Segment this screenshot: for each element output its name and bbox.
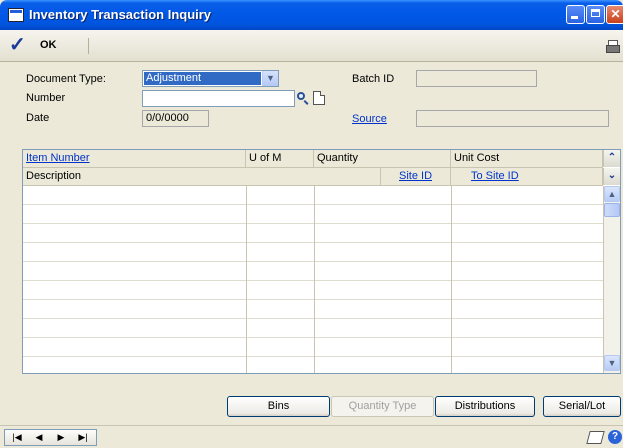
number-field[interactable] bbox=[142, 90, 295, 107]
column-header-site-id[interactable]: Site ID bbox=[381, 168, 451, 185]
column-divider bbox=[314, 186, 315, 373]
expand-rows-icon[interactable]: ⌄ bbox=[603, 168, 620, 185]
next-record-icon[interactable]: ▶ bbox=[51, 430, 71, 445]
column-divider bbox=[246, 186, 247, 373]
window-app-icon bbox=[8, 8, 24, 22]
table-row[interactable] bbox=[23, 262, 603, 281]
table-row[interactable] bbox=[23, 186, 603, 205]
window-title: Inventory Transaction Inquiry bbox=[29, 7, 212, 22]
column-header-description: Description bbox=[23, 168, 381, 185]
quantity-type-button: Quantity Type bbox=[331, 396, 434, 417]
scroll-thumb[interactable] bbox=[604, 203, 620, 217]
source-link[interactable]: Source bbox=[352, 113, 387, 125]
column-header-quantity: Quantity bbox=[314, 150, 451, 167]
column-header-to-site-id[interactable]: To Site ID bbox=[451, 168, 603, 185]
document-type-value: Adjustment bbox=[144, 72, 261, 85]
serial-lot-button[interactable]: Serial/Lot bbox=[543, 396, 621, 417]
site-id-link[interactable]: Site ID bbox=[399, 170, 432, 182]
window: Inventory Transaction Inquiry ✕ ✓ OK Doc… bbox=[0, 0, 623, 448]
title-bar[interactable]: Inventory Transaction Inquiry ✕ bbox=[0, 0, 623, 30]
collapse-rows-icon[interactable]: ⌃ bbox=[603, 150, 620, 167]
scroll-up-button[interactable]: ▲ bbox=[604, 186, 620, 202]
record-navigator: |◀ ◀ ▶ ▶| bbox=[4, 429, 97, 446]
column-divider bbox=[451, 186, 452, 373]
distributions-button[interactable]: Distributions bbox=[435, 396, 535, 417]
number-label: Number bbox=[26, 92, 66, 104]
column-header-item-number[interactable]: Item Number bbox=[23, 150, 246, 167]
table-row[interactable] bbox=[23, 281, 603, 300]
column-header-u-of-m: U of M bbox=[246, 150, 314, 167]
window-note-icon[interactable] bbox=[586, 431, 605, 444]
lookup-icon[interactable] bbox=[296, 91, 310, 105]
date-field: 0/0/0000 bbox=[142, 110, 209, 127]
last-record-icon[interactable]: ▶| bbox=[73, 430, 93, 445]
batch-id-field bbox=[416, 70, 537, 87]
document-type-select[interactable]: Adjustment ▼ bbox=[142, 70, 279, 87]
print-icon-body bbox=[606, 45, 620, 53]
maximize-button[interactable] bbox=[586, 5, 605, 24]
scroll-down-button[interactable]: ▼ bbox=[604, 355, 620, 371]
toolbar-separator bbox=[88, 38, 89, 54]
checkmark-icon[interactable]: ✓ bbox=[9, 35, 26, 55]
help-icon[interactable]: ? bbox=[608, 430, 622, 444]
to-site-id-link[interactable]: To Site ID bbox=[471, 170, 519, 182]
close-button[interactable]: ✕ bbox=[606, 5, 623, 24]
lookup-icon-handle bbox=[303, 100, 309, 105]
table-row[interactable] bbox=[23, 243, 603, 262]
transaction-grid[interactable]: Item Number U of M Quantity Unit Cost De… bbox=[22, 149, 621, 374]
table-row[interactable] bbox=[23, 300, 603, 319]
grid-header-row-2: Description Site ID To Site ID bbox=[23, 168, 603, 186]
table-row[interactable] bbox=[23, 224, 603, 243]
column-header-unit-cost: Unit Cost bbox=[451, 150, 603, 167]
first-record-icon[interactable]: |◀ bbox=[7, 430, 27, 445]
bins-button[interactable]: Bins bbox=[227, 396, 330, 417]
maximize-icon bbox=[591, 9, 600, 17]
minimize-icon bbox=[571, 16, 578, 19]
lookup-icon-lens bbox=[297, 92, 305, 100]
date-label: Date bbox=[26, 112, 50, 124]
table-row[interactable] bbox=[23, 357, 603, 373]
grid-header-row-1: Item Number U of M Quantity Unit Cost bbox=[23, 150, 603, 168]
minimize-button[interactable] bbox=[566, 5, 585, 24]
toolbar: ✓ OK bbox=[0, 30, 623, 62]
note-icon[interactable] bbox=[313, 91, 325, 105]
batch-id-label: Batch ID bbox=[352, 73, 395, 85]
chevron-down-icon[interactable]: ▼ bbox=[262, 71, 278, 86]
close-icon: ✕ bbox=[610, 7, 621, 21]
print-icon[interactable] bbox=[606, 40, 620, 53]
grid-rows bbox=[23, 186, 603, 373]
status-bar: |◀ ◀ ▶ ▶| ? bbox=[0, 425, 623, 448]
ok-button[interactable]: OK bbox=[40, 39, 57, 51]
vertical-scrollbar[interactable]: ▲ ▼ bbox=[603, 186, 620, 373]
source-field bbox=[416, 110, 609, 127]
table-row[interactable] bbox=[23, 338, 603, 357]
document-type-label: Document Type: bbox=[26, 73, 106, 85]
previous-record-icon[interactable]: ◀ bbox=[29, 430, 49, 445]
table-row[interactable] bbox=[23, 319, 603, 338]
table-row[interactable] bbox=[23, 205, 603, 224]
